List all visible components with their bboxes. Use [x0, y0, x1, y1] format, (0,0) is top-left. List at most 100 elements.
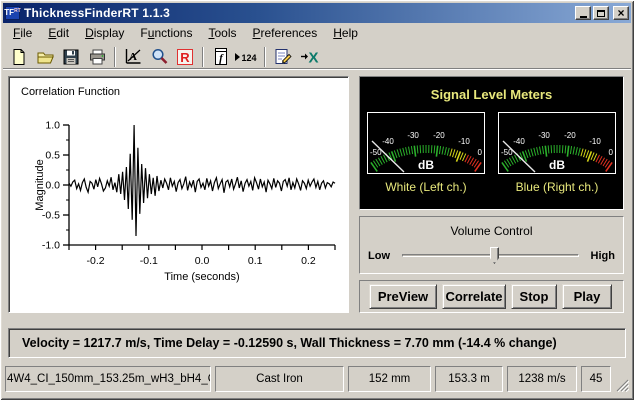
export-excel-icon: X: [299, 48, 320, 66]
plot-fit-icon: A: [123, 47, 143, 66]
svg-text:-1.0: -1.0: [42, 240, 60, 252]
menu-item-functions[interactable]: Functions: [132, 24, 200, 43]
level-meter-left: -50-40-30-20-100dBWhite (Left ch.): [366, 112, 486, 194]
app-window: TFRT ThicknessFinderRT 1.1.3 × FileEditD…: [0, 0, 634, 400]
meters-title: Signal Level Meters: [366, 87, 617, 102]
svg-text:-0.2: -0.2: [87, 255, 105, 267]
menu-item-preferences[interactable]: Preferences: [245, 24, 326, 43]
svg-text:0.5: 0.5: [45, 150, 60, 162]
level-meter-right: -50-40-30-20-100dBBlue (Right ch.): [497, 112, 617, 194]
svg-text:-0.1: -0.1: [140, 255, 158, 267]
toolbar-separator: [264, 47, 266, 67]
svg-text:1.0: 1.0: [45, 120, 60, 132]
signal-level-meters-panel: Signal Level Meters -50-40-30-20-100dBWh…: [359, 76, 624, 210]
meter-face: -50-40-30-20-100dB: [498, 112, 616, 174]
r-marker-button[interactable]: R: [173, 46, 197, 68]
result-bar: Velocity = 1217.7 m/s, Time Delay = -0.1…: [8, 328, 626, 358]
menu-item-tools[interactable]: Tools: [200, 24, 244, 43]
numeric-display-icon: 124: [233, 48, 261, 66]
svg-text:0.1: 0.1: [248, 255, 263, 267]
menu-item-file[interactable]: File: [5, 24, 40, 43]
volume-control-panel: Volume Control Low High: [359, 216, 624, 274]
status-cell-6: 45: [581, 366, 611, 392]
svg-text:X: X: [308, 49, 318, 66]
print-icon: [88, 48, 107, 66]
plot-fit-button[interactable]: A: [121, 46, 145, 68]
volume-high-label: High: [591, 250, 615, 262]
volume-low-label: Low: [368, 250, 390, 262]
numeric-display-button[interactable]: 124: [235, 46, 259, 68]
function-window-button[interactable]: f: [209, 46, 233, 68]
svg-text:-30: -30: [407, 131, 419, 140]
svg-text:0: 0: [478, 148, 483, 157]
svg-text:-30: -30: [538, 131, 550, 140]
maximize-button[interactable]: [593, 6, 609, 20]
app-icon-text: TF: [4, 7, 14, 19]
menu-item-help[interactable]: Help: [325, 24, 366, 43]
status-bar: 4W4_CI_150mm_153.25m_wH3_bH4_O..Cast Iro…: [5, 366, 629, 392]
r-marker-icon: R: [176, 48, 194, 66]
volume-slider[interactable]: [398, 246, 583, 266]
minimize-button[interactable]: [575, 6, 591, 20]
resize-grip-icon: [616, 379, 629, 392]
menu-bar: FileEditDisplayFunctionsToolsPreferences…: [3, 23, 631, 44]
svg-text:Magnitude: Magnitude: [34, 159, 46, 210]
close-button[interactable]: ×: [613, 6, 629, 20]
edit-log-icon: [273, 47, 293, 66]
title-bar[interactable]: TFRT ThicknessFinderRT 1.1.3 ×: [3, 3, 631, 23]
svg-text:-40: -40: [382, 137, 394, 146]
menu-item-display[interactable]: Display: [77, 24, 132, 43]
right-column: Signal Level Meters -50-40-30-20-100dBWh…: [359, 76, 624, 313]
correlate-button[interactable]: Correlate: [442, 284, 506, 309]
meter-face: -50-40-30-20-100dB: [367, 112, 485, 174]
result-text: Velocity = 1217.7 m/s, Time Delay = -0.1…: [9, 336, 557, 350]
close-icon: ×: [617, 8, 624, 19]
maximize-icon: [597, 10, 605, 17]
stop-button[interactable]: Stop: [511, 284, 557, 309]
zoom-icon: [150, 47, 169, 66]
play-button[interactable]: Play: [562, 284, 612, 309]
toolbar-separator: [202, 47, 204, 67]
svg-text:124: 124: [242, 53, 257, 63]
meter-channel-label: White (Left ch.): [385, 180, 466, 194]
transport-buttons-panel: PreViewCorrelateStopPlay: [359, 280, 624, 313]
save-button[interactable]: [59, 46, 83, 68]
resize-grip[interactable]: [615, 366, 629, 392]
new-file-button[interactable]: [7, 46, 31, 68]
svg-text:dB: dB: [549, 158, 565, 172]
volume-title: Volume Control: [368, 224, 615, 238]
export-excel-button[interactable]: X: [297, 46, 321, 68]
zoom-button[interactable]: [147, 46, 171, 68]
toolbar-separator: [114, 47, 116, 67]
svg-text:-10: -10: [458, 137, 470, 146]
open-folder-icon: [36, 48, 55, 66]
volume-row: Low High: [368, 246, 615, 266]
preview-button[interactable]: PreView: [369, 284, 437, 309]
meters-row: -50-40-30-20-100dBWhite (Left ch.)-50-40…: [366, 112, 617, 194]
save-icon: [62, 48, 80, 66]
print-button[interactable]: [85, 46, 109, 68]
status-cell-4: 153.3 m: [435, 366, 503, 392]
new-file-icon: [10, 48, 28, 66]
window-controls: ×: [575, 6, 629, 20]
svg-text:Time (seconds): Time (seconds): [164, 271, 239, 283]
status-cell-5: 1238 m/s: [507, 366, 577, 392]
svg-text:0.0: 0.0: [195, 255, 210, 267]
status-cell-3: 152 mm: [348, 366, 431, 392]
svg-text:R: R: [180, 50, 190, 65]
open-folder-button[interactable]: [33, 46, 57, 68]
toolbar: A Rf 124 X: [3, 44, 631, 70]
app-icon: TFRT: [5, 6, 20, 20]
correlation-chart-panel: Correlation Function 1.00.50.0-0.5-1.0Ma…: [8, 76, 349, 313]
svg-text:-10: -10: [589, 137, 601, 146]
volume-slider-thumb[interactable]: [490, 247, 499, 264]
app-icon-subtext: RT: [14, 7, 21, 16]
svg-text:0.0: 0.0: [45, 180, 60, 192]
minimize-icon: [580, 16, 587, 18]
client-area: Correlation Function 1.00.50.0-0.5-1.0Ma…: [8, 76, 624, 313]
svg-text:-40: -40: [513, 137, 525, 146]
menu-item-edit[interactable]: Edit: [40, 24, 77, 43]
edit-log-button[interactable]: [271, 46, 295, 68]
chart-title: Correlation Function: [21, 86, 120, 98]
correlation-chart: 1.00.50.0-0.5-1.0Magnitude-0.2-0.10.00.1…: [9, 101, 349, 310]
